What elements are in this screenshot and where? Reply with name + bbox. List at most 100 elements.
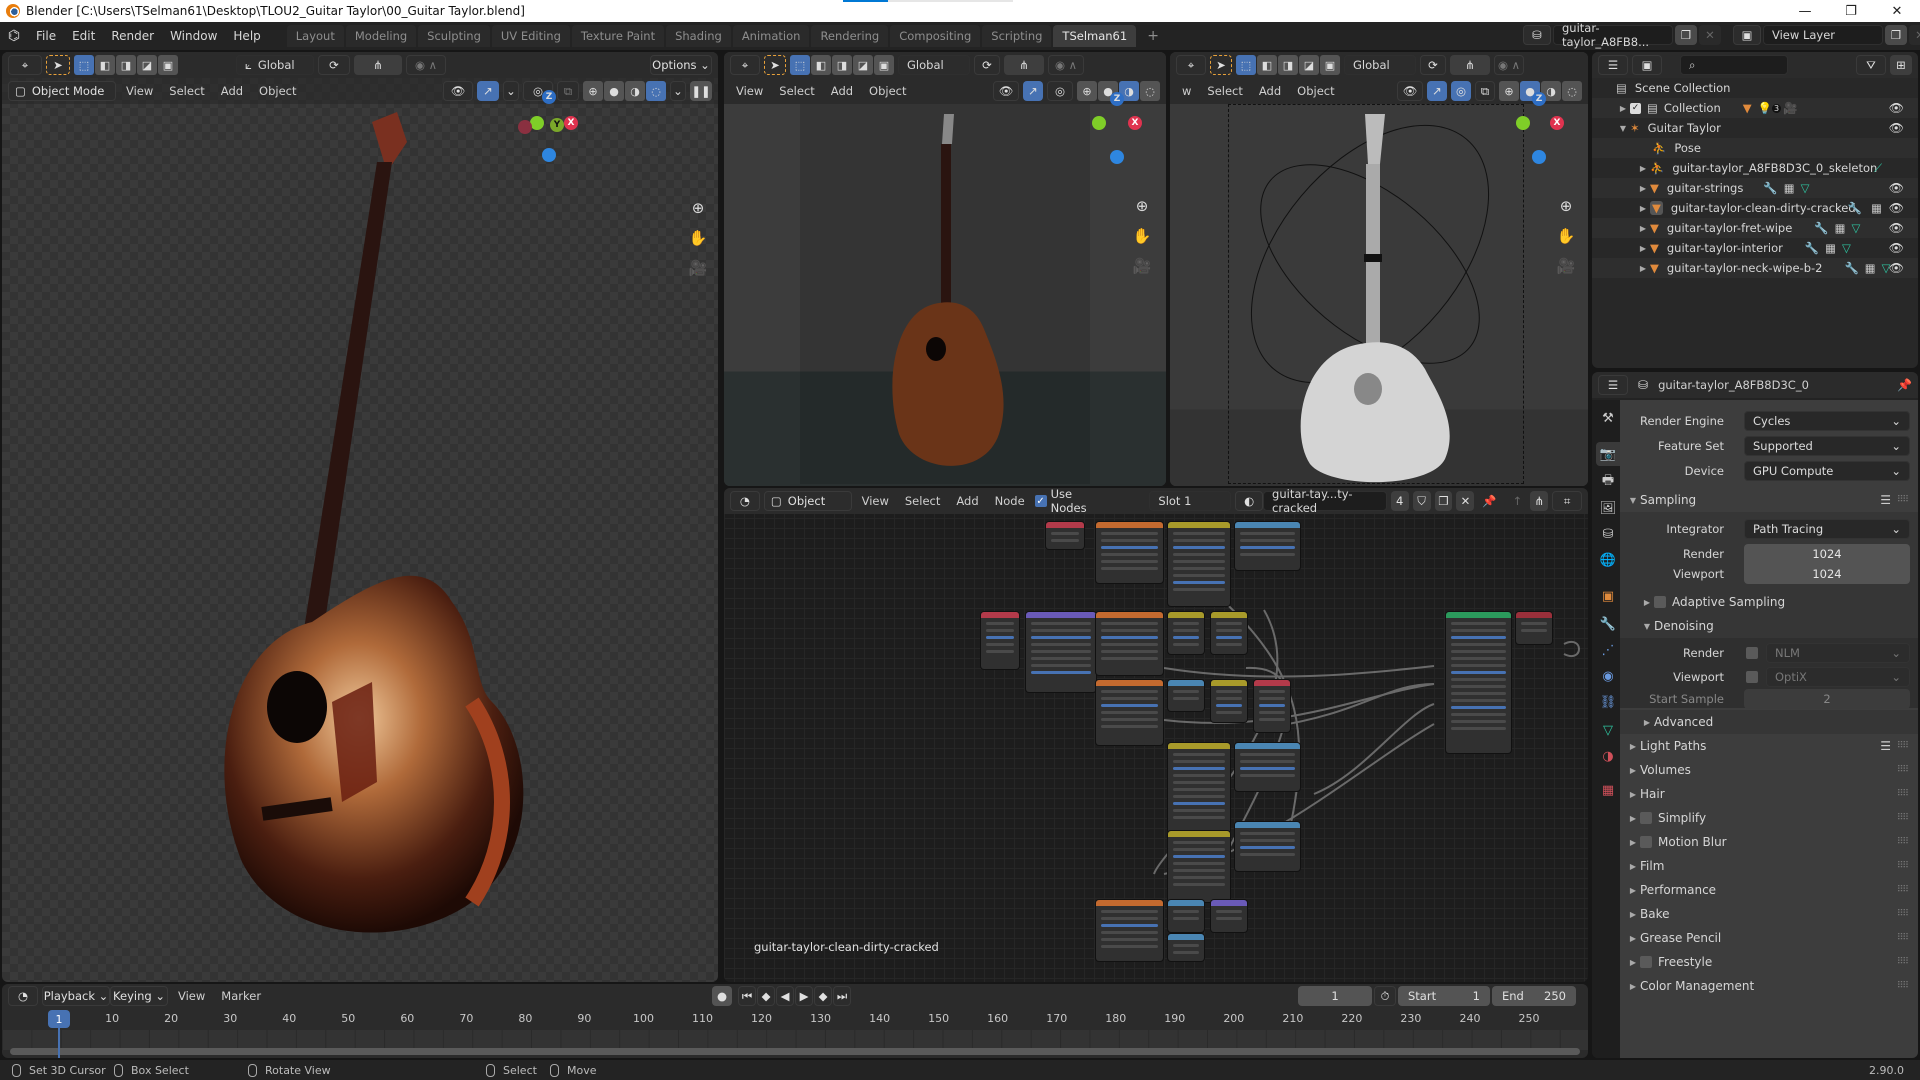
- timeline-scrollbar[interactable]: [10, 1048, 1580, 1055]
- shader-node-vector[interactable]: [1168, 679, 1204, 711]
- gizmo-y-axis[interactable]: [1092, 116, 1106, 130]
- material-user-count[interactable]: 4: [1390, 491, 1409, 511]
- view-layer-tab-icon[interactable]: 🖼: [1596, 496, 1620, 520]
- editor-type-icon[interactable]: ☰: [1598, 375, 1628, 395]
- drag-handle-icon[interactable]: ⠿⠿: [1897, 495, 1909, 505]
- editor-type-icon[interactable]: ⌖: [1176, 55, 1206, 75]
- pan-view-icon[interactable]: ✋: [1554, 224, 1578, 248]
- maximize-button[interactable]: ❐: [1828, 0, 1874, 22]
- panel-grease-pencil[interactable]: ▶ Grease Pencil ⠿⠿: [1620, 926, 1918, 950]
- panel-enable-checkbox[interactable]: [1640, 956, 1652, 968]
- gizmo-neg-z-axis[interactable]: [1532, 150, 1546, 164]
- shader-node-color[interactable]: [1168, 830, 1231, 903]
- select-subtract-icon[interactable]: ◨: [832, 55, 852, 75]
- visibility-eye-icon[interactable]: 👁: [1889, 181, 1904, 195]
- prev-keyframe-icon[interactable]: ◆: [757, 986, 775, 1006]
- presets-icon[interactable]: ☰: [1880, 493, 1891, 507]
- panel-freestyle[interactable]: ▶ Freestyle ⠿⠿: [1620, 950, 1918, 974]
- expand-arrow-icon[interactable]: ▶: [1636, 204, 1650, 213]
- add-workspace-button[interactable]: +: [1138, 25, 1168, 47]
- tab-compositing[interactable]: Compositing: [890, 25, 981, 47]
- gizmo-neg-z-axis[interactable]: [542, 148, 556, 162]
- menu-node[interactable]: Node: [989, 494, 1031, 508]
- shader-node-color[interactable]: [1168, 522, 1231, 606]
- select-tool-icon[interactable]: ➤: [1210, 55, 1232, 75]
- snapping-icon[interactable]: ⋔: [1450, 55, 1490, 75]
- select-new-icon[interactable]: ⬚: [790, 55, 810, 75]
- menu-marker[interactable]: Marker: [215, 989, 267, 1003]
- blender-menu-icon[interactable]: ⌬: [0, 28, 28, 44]
- drag-handle-icon[interactable]: ⠿⠿: [1897, 885, 1909, 895]
- playhead-line[interactable]: [58, 1028, 60, 1058]
- expand-arrow-icon[interactable]: ▶: [1636, 164, 1650, 173]
- outliner-item-guitar-taylor-clean-dirty-cracked[interactable]: ▶ ▼ guitar-taylor-clean-dirty-cracked 🔧 …: [1592, 198, 1918, 218]
- pin-icon[interactable]: 📌: [1478, 491, 1500, 511]
- node-header[interactable]: [1446, 612, 1512, 619]
- select-new-icon[interactable]: ⬚: [74, 55, 94, 75]
- drag-handle-icon[interactable]: ⠿⠿: [1897, 837, 1909, 847]
- node-header[interactable]: [1235, 522, 1300, 528]
- editor-type-icon[interactable]: ◔: [730, 491, 760, 511]
- menu-edit[interactable]: Edit: [64, 29, 103, 43]
- outliner-search-input[interactable]: ⌕: [1680, 55, 1788, 75]
- gizmo-toggle-icon[interactable]: ↗: [1427, 81, 1447, 101]
- transform-orientation-select[interactable]: Global: [898, 55, 970, 75]
- panel-volumes[interactable]: ▶ Volumes ⠿⠿: [1620, 758, 1918, 782]
- pivot-point-icon[interactable]: ⟳: [1420, 55, 1446, 75]
- drag-handle-icon[interactable]: ⠿⠿: [1897, 813, 1909, 823]
- menu-add[interactable]: Add: [825, 84, 859, 98]
- current-frame-field[interactable]: 1: [1298, 986, 1372, 1006]
- drag-handle-icon[interactable]: ⠿⠿: [1897, 957, 1909, 967]
- panel-performance[interactable]: ▶ Performance ⠿⠿: [1620, 878, 1918, 902]
- shader-node-input[interactable]: [1254, 679, 1291, 732]
- outliner-item-guitar-strings[interactable]: ▶ ▼ guitar-strings 🔧 ▦ ▽ 👁: [1592, 178, 1918, 198]
- gizmo-neg-x-axis[interactable]: [518, 120, 532, 134]
- menu-select[interactable]: Select: [1201, 84, 1248, 98]
- menu-object[interactable]: Object: [863, 84, 912, 98]
- shader-node-color[interactable]: [1211, 612, 1248, 655]
- menu-file[interactable]: File: [28, 29, 64, 43]
- outliner-item-guitar-taylor-interior[interactable]: ▶ ▼ guitar-taylor-interior 🔧 ▦ ▽ 👁: [1592, 238, 1918, 258]
- proportional-edit-icon[interactable]: ◉ ∧: [406, 55, 446, 75]
- menu-view[interactable]: View: [856, 494, 895, 508]
- tool-tab-icon[interactable]: ⚒: [1596, 406, 1620, 430]
- pivot-point-icon[interactable]: ⟳: [318, 55, 350, 75]
- select-tool-icon[interactable]: ➤: [46, 55, 70, 75]
- menu-add[interactable]: Add: [1253, 84, 1287, 98]
- shader-node-converter[interactable]: [1026, 612, 1096, 693]
- shader-node-texture[interactable]: [1096, 679, 1164, 745]
- select-intersect-icon[interactable]: ▣: [1320, 55, 1340, 75]
- expand-arrow-icon[interactable]: ▶: [1636, 264, 1650, 273]
- overlay-toggle-icon[interactable]: ◎: [1451, 81, 1471, 101]
- mode-select[interactable]: ▢ Object Mode: [8, 81, 116, 101]
- scene-selector-icon[interactable]: ⛁: [1523, 25, 1551, 45]
- collapse-arrow-icon[interactable]: ▼: [1616, 124, 1630, 133]
- node-header[interactable]: [1168, 933, 1204, 940]
- view-layer-field[interactable]: View Layer: [1763, 25, 1883, 45]
- tab-texture-paint[interactable]: Texture Paint: [571, 25, 665, 47]
- rendered-shading-icon[interactable]: ◌: [646, 81, 666, 101]
- panel-motion-blur[interactable]: ▶ Motion Blur ⠿⠿: [1620, 830, 1918, 854]
- snap-element-icon[interactable]: ⌗: [1552, 491, 1583, 511]
- gizmo-neg-y-axis[interactable]: [530, 116, 544, 130]
- next-keyframe-icon[interactable]: ◆: [814, 986, 832, 1006]
- tab-modeling[interactable]: Modeling: [345, 25, 417, 47]
- outliner-item-collection[interactable]: ▶ ✓ ▤ Collection ▼ 💡 3 🎥 👁: [1592, 98, 1918, 118]
- viewport-samples-field[interactable]: 1024: [1744, 564, 1910, 584]
- pan-view-icon[interactable]: ✋: [686, 226, 710, 250]
- presets-icon[interactable]: ☰: [1880, 739, 1891, 753]
- pause-render-icon[interactable]: ❚❚: [690, 81, 712, 101]
- new-view-layer-icon[interactable]: ❐: [1885, 25, 1907, 45]
- editor-type-icon[interactable]: ⌖: [730, 55, 760, 75]
- parent-node-tree-icon[interactable]: ↑: [1508, 491, 1526, 511]
- snapping-icon[interactable]: ⋔: [1004, 55, 1044, 75]
- menu-view[interactable]: View: [172, 989, 211, 1003]
- node-header[interactable]: [1096, 612, 1164, 619]
- select-new-icon[interactable]: ⬚: [1236, 55, 1256, 75]
- menu-view[interactable]: w: [1176, 84, 1197, 98]
- particles-tab-icon[interactable]: ⋰: [1596, 638, 1620, 662]
- drag-handle-icon[interactable]: ⠿⠿: [1897, 765, 1909, 775]
- drag-handle-icon[interactable]: ⠿⠿: [1897, 861, 1909, 871]
- shader-node-texture[interactable]: [1096, 900, 1164, 961]
- node-header[interactable]: [1168, 612, 1204, 619]
